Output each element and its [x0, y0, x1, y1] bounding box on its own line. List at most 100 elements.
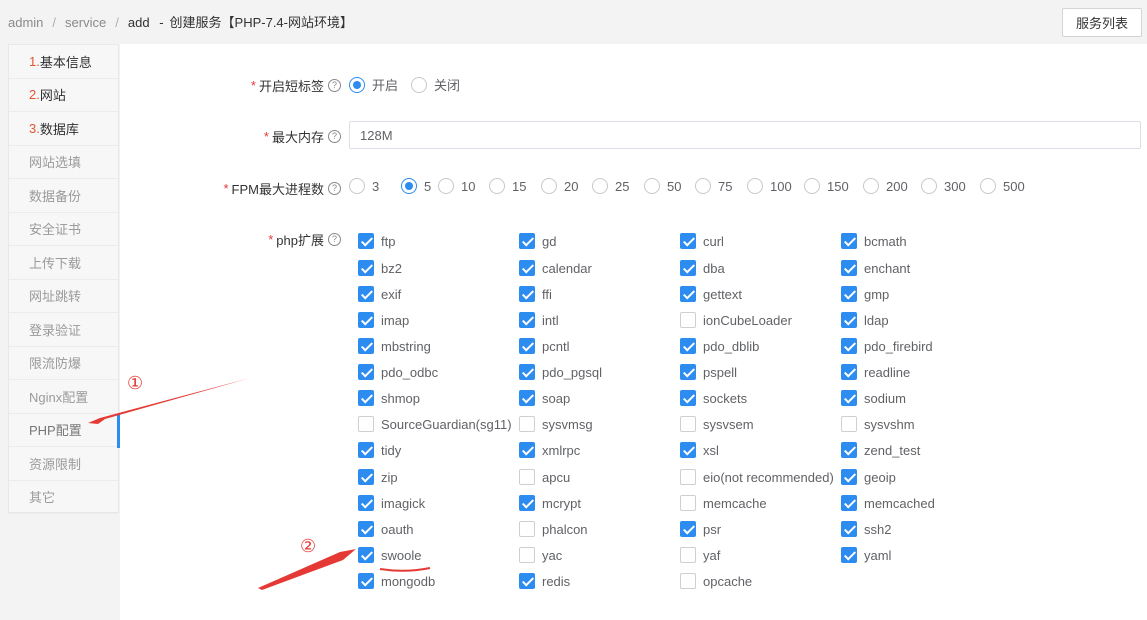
question-circle-icon[interactable]: ?: [328, 233, 341, 246]
sidebar-item[interactable]: Nginx配置: [9, 380, 118, 414]
extension-checkbox[interactable]: gmp: [841, 286, 889, 302]
extension-checkbox[interactable]: mbstring: [358, 338, 431, 354]
extension-checkbox[interactable]: phalcon: [519, 521, 588, 537]
fpm-radio[interactable]: 300: [921, 178, 966, 194]
question-circle-icon[interactable]: ?: [328, 182, 341, 195]
fpm-radio[interactable]: 3: [349, 178, 379, 194]
question-circle-icon[interactable]: ?: [328, 79, 341, 92]
sidebar-item[interactable]: 3. 数据库: [9, 112, 118, 146]
extension-checkbox[interactable]: geoip: [841, 469, 896, 485]
extension-checkbox[interactable]: sockets: [680, 390, 747, 406]
extension-checkbox[interactable]: readline: [841, 364, 910, 380]
extension-checkbox[interactable]: sysvmsg: [519, 416, 593, 432]
extension-checkbox[interactable]: psr: [680, 521, 721, 537]
extension-checkbox[interactable]: imagick: [358, 495, 425, 511]
extension-checkbox[interactable]: zip: [358, 469, 398, 485]
extension-checkbox[interactable]: memcached: [841, 495, 935, 511]
radio-label: 500: [1003, 178, 1025, 194]
fpm-radio[interactable]: 200: [863, 178, 908, 194]
extension-checkbox[interactable]: pdo_odbc: [358, 364, 438, 380]
extension-checkbox[interactable]: soap: [519, 390, 570, 406]
fpm-radio[interactable]: 25: [592, 178, 629, 194]
extension-checkbox[interactable]: sodium: [841, 390, 906, 406]
extension-checkbox[interactable]: ionCubeLoader: [680, 312, 792, 328]
extension-checkbox[interactable]: eio(not recommended): [680, 469, 834, 485]
sidebar-item-label: 登录验证: [29, 322, 82, 338]
extension-checkbox[interactable]: exif: [358, 286, 401, 302]
extension-checkbox[interactable]: gd: [519, 233, 556, 249]
extension-checkbox[interactable]: ffi: [519, 286, 552, 302]
sidebar-item[interactable]: 其它: [9, 481, 118, 514]
sidebar-item[interactable]: 安全证书: [9, 213, 118, 246]
extension-checkbox[interactable]: swoole: [358, 547, 421, 563]
breadcrumb-root[interactable]: admin: [8, 15, 43, 30]
extension-checkbox[interactable]: curl: [680, 233, 724, 249]
extension-checkbox[interactable]: oauth: [358, 521, 414, 537]
extension-checkbox[interactable]: opcache: [680, 573, 752, 589]
extension-checkbox[interactable]: mongodb: [358, 573, 435, 589]
service-list-button[interactable]: 服务列表: [1062, 8, 1142, 37]
sidebar-item[interactable]: 限流防爆: [9, 347, 118, 380]
fpm-radio[interactable]: 150: [804, 178, 849, 194]
extension-checkbox[interactable]: calendar: [519, 260, 592, 276]
extension-checkbox[interactable]: pdo_dblib: [680, 338, 759, 354]
extension-checkbox[interactable]: redis: [519, 573, 570, 589]
extension-checkbox[interactable]: tidy: [358, 442, 401, 458]
extension-label: mbstring: [381, 338, 431, 354]
extension-checkbox[interactable]: shmop: [358, 390, 420, 406]
extension-checkbox[interactable]: xsl: [680, 442, 719, 458]
sidebar-item[interactable]: 登录验证: [9, 313, 118, 347]
sidebar-item[interactable]: 网站选填: [9, 146, 118, 179]
extension-checkbox[interactable]: sysvsem: [680, 416, 754, 432]
extension-checkbox[interactable]: apcu: [519, 469, 570, 485]
extension-checkbox[interactable]: bz2: [358, 260, 402, 276]
fpm-radio[interactable]: 75: [695, 178, 732, 194]
fpm-radio[interactable]: 500: [980, 178, 1025, 194]
breadcrumb-current: add: [127, 15, 150, 30]
fpm-radio[interactable]: 50: [644, 178, 681, 194]
extension-checkbox[interactable]: pspell: [680, 364, 737, 380]
extension-checkbox[interactable]: ssh2: [841, 521, 891, 537]
sidebar-item[interactable]: 上传下载: [9, 246, 118, 280]
question-circle-icon[interactable]: ?: [328, 130, 341, 143]
short-tag-radio[interactable]: 关闭: [411, 75, 460, 94]
sidebar-item[interactable]: 资源限制: [9, 447, 118, 481]
extension-checkbox[interactable]: pdo_firebird: [841, 338, 933, 354]
extension-checkbox[interactable]: bcmath: [841, 233, 907, 249]
extension-checkbox[interactable]: intl: [519, 312, 559, 328]
extension-checkbox[interactable]: ldap: [841, 312, 889, 328]
extension-checkbox[interactable]: dba: [680, 260, 725, 276]
sidebar-item[interactable]: 1. 基本信息: [9, 45, 118, 79]
extension-checkbox[interactable]: ftp: [358, 233, 395, 249]
fpm-radio[interactable]: 5: [401, 178, 431, 194]
breadcrumb-section[interactable]: service: [65, 15, 106, 30]
radio-label: 100: [770, 178, 792, 194]
extension-checkbox[interactable]: memcache: [680, 495, 767, 511]
extension-checkbox[interactable]: imap: [358, 312, 409, 328]
extension-checkbox[interactable]: zend_test: [841, 442, 920, 458]
sidebar-item[interactable]: 数据备份: [9, 179, 118, 213]
extension-checkbox[interactable]: SourceGuardian(sg11): [358, 416, 512, 432]
checkmark-icon: [519, 260, 535, 276]
extension-checkbox[interactable]: pcntl: [519, 338, 569, 354]
extension-checkbox[interactable]: yaml: [841, 547, 891, 563]
short-tag-radio[interactable]: 开启: [349, 75, 398, 94]
fpm-radio[interactable]: 10: [438, 178, 475, 194]
extension-checkbox[interactable]: yaf: [680, 547, 720, 563]
extension-checkbox[interactable]: yac: [519, 547, 562, 563]
sidebar-item[interactable]: PHP配置: [9, 413, 120, 447]
checkmark-icon: [841, 312, 857, 328]
extension-checkbox[interactable]: gettext: [680, 286, 742, 302]
sidebar-item[interactable]: 2. 网站: [9, 79, 118, 112]
fpm-radio[interactable]: 20: [541, 178, 578, 194]
extension-checkbox[interactable]: xmlrpc: [519, 442, 580, 458]
checkmark-icon: [358, 364, 374, 380]
extension-checkbox[interactable]: enchant: [841, 260, 910, 276]
extension-checkbox[interactable]: mcrypt: [519, 495, 581, 511]
extension-checkbox[interactable]: pdo_pgsql: [519, 364, 602, 380]
fpm-radio[interactable]: 100: [747, 178, 792, 194]
fpm-radio[interactable]: 15: [489, 178, 526, 194]
extension-checkbox[interactable]: sysvshm: [841, 416, 915, 432]
sidebar-item[interactable]: 网址跳转: [9, 280, 118, 313]
memory-input[interactable]: [349, 121, 1141, 149]
